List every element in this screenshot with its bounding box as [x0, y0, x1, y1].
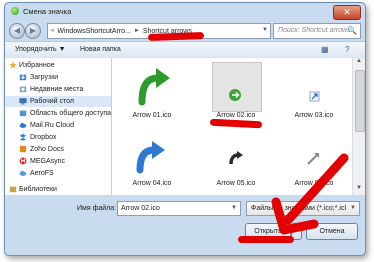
- file-name: Arrow 03.ico: [294, 112, 334, 119]
- search-icon[interactable]: 🔍: [347, 26, 357, 35]
- sidebar-item-label: Zoho Docs: [30, 146, 64, 153]
- chevron-down-icon[interactable]: ▼: [231, 205, 237, 211]
- recent-places-icon: [19, 86, 27, 93]
- file-item[interactable]: Arrow 04.ico: [117, 128, 187, 190]
- sidebar-item-label: Библиотеки: [19, 186, 57, 193]
- file-item[interactable]: Arrow 05.ico: [201, 128, 271, 190]
- breadcrumb-overflow-icon[interactable]: «: [51, 28, 54, 34]
- toolbar: Упорядочить ▼ Новая папка ▦ ?: [5, 41, 365, 59]
- dropbox-icon: [19, 133, 27, 141]
- navigation-pane: Избранное Загрузки Недавние места Рабочи…: [5, 58, 112, 195]
- sidebar-item-label: Dropbox: [30, 134, 57, 141]
- window-title: Смена значка: [23, 7, 72, 16]
- star-icon: [9, 61, 17, 69]
- aerofs-icon: [19, 170, 27, 176]
- forward-button[interactable]: ▶: [25, 23, 41, 39]
- blue-curved-arrow-icon: [136, 141, 165, 174]
- back-button[interactable]: ◀: [9, 23, 25, 39]
- desktop-icon: [19, 98, 27, 105]
- sidebar-item-desktop[interactable]: Рабочий стол: [5, 96, 111, 107]
- sidebar-item-label: Mail.Ru Cloud: [30, 122, 74, 129]
- green-round-arrow-icon: [212, 62, 262, 112]
- sidebar-item-label: Область общего доступа: [30, 110, 112, 117]
- scroll-down-icon[interactable]: ▼: [353, 185, 365, 195]
- file-name: Arrow 04.ico: [132, 180, 172, 187]
- file-name: Arrow 01.ico: [132, 112, 172, 119]
- file-name-value: Arrow 02.ico: [121, 205, 160, 212]
- sidebar-item-downloads[interactable]: Загрузки: [5, 72, 111, 83]
- zoho-icon: [19, 145, 27, 153]
- sidebar-item-label: Загрузки: [30, 74, 59, 81]
- shared-area-icon: [19, 110, 27, 117]
- search-input[interactable]: Поиск: Shortcut arrows 🔍: [273, 23, 361, 39]
- sidebar-item-label: MEGAsync: [30, 158, 66, 165]
- mega-icon: [19, 157, 27, 165]
- file-item[interactable]: Arrow 03.ico: [279, 60, 349, 122]
- help-icon[interactable]: ?: [345, 45, 349, 54]
- small-blue-arrow-icon: [309, 91, 320, 102]
- green-curved-arrow-icon: [138, 68, 170, 106]
- sidebar-item-dropbox[interactable]: Dropbox: [5, 132, 111, 143]
- file-item[interactable]: Arrow 01.ico: [117, 60, 187, 122]
- app-icon: [11, 7, 19, 15]
- sidebar-item-mailru-cloud[interactable]: Mail.Ru Cloud: [5, 120, 111, 131]
- view-options-icon[interactable]: ▦: [321, 45, 329, 54]
- close-button[interactable]: ✕: [333, 5, 361, 20]
- sidebar-item-label: AeroFS: [30, 170, 54, 177]
- sidebar-item-megasync[interactable]: MEGAsync: [5, 156, 111, 167]
- file-name: Arrow 05.ico: [216, 180, 256, 187]
- sidebar-item-aerofs[interactable]: AeroFS: [5, 168, 111, 179]
- new-folder-button[interactable]: Новая папка: [80, 46, 121, 53]
- breadcrumb-separator-icon[interactable]: ►: [134, 28, 140, 34]
- sidebar-item-label: Недавние места: [30, 86, 84, 93]
- sidebar-item-zoho-docs[interactable]: Zoho Docs: [5, 144, 111, 155]
- breadcrumb-parent[interactable]: WindowsShortcutArro...: [57, 28, 131, 35]
- sidebar-item-recent-places[interactable]: Недавние места: [5, 84, 111, 95]
- downloads-icon: [19, 74, 27, 81]
- scrollbar-thumb[interactable]: [355, 70, 365, 132]
- black-arrow-icon: [229, 151, 243, 165]
- organize-menu[interactable]: Упорядочить ▼: [15, 46, 66, 53]
- sidebar-item-shared-area[interactable]: Область общего доступа: [5, 108, 111, 119]
- red-arrow-icon: [271, 153, 349, 235]
- file-name-label: Имя файла:: [77, 205, 117, 212]
- libraries-icon: [9, 186, 17, 193]
- highlight-marker: [238, 236, 294, 243]
- address-dropdown-icon[interactable]: ▼: [262, 27, 268, 33]
- file-item-selected[interactable]: Arrow 02.ico: [201, 60, 271, 122]
- cloud-icon: [19, 122, 27, 128]
- sidebar-item-favorites[interactable]: Избранное: [5, 60, 111, 71]
- search-placeholder: Поиск: Shortcut arrows: [278, 27, 351, 34]
- sidebar-item-label: Рабочий стол: [30, 98, 74, 105]
- file-name-field[interactable]: Arrow 02.ico ▼: [117, 201, 241, 216]
- scroll-up-icon[interactable]: ▲: [353, 58, 365, 68]
- sidebar-item-label: Избранное: [19, 62, 55, 69]
- sidebar-item-libraries[interactable]: Библиотеки: [5, 184, 111, 195]
- title-bar: Смена значка ✕: [5, 3, 365, 21]
